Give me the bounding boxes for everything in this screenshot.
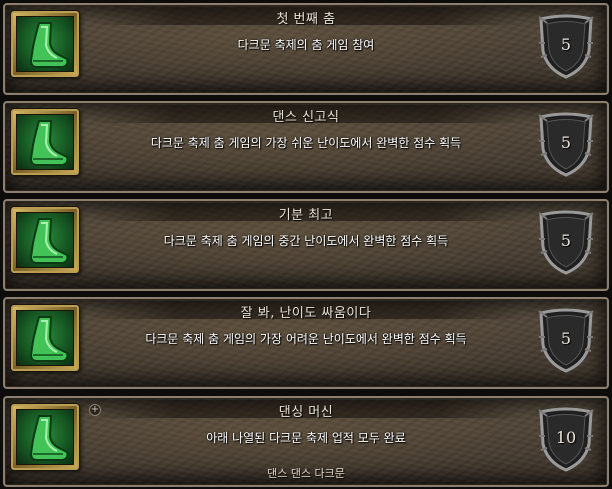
achievement-description: 다크문 축제 춤 게임의 가장 어려운 난이도에서 완벽한 점수 획득 bbox=[145, 332, 467, 346]
achievement-row[interactable]: 잘 봐, 난이도 싸움이다 다크문 축제 춤 게임의 가장 어려운 난이도에서 … bbox=[3, 297, 609, 389]
achievement-points: 5 bbox=[560, 231, 572, 250]
points-shield: 5 bbox=[537, 209, 595, 275]
points-shield: 5 bbox=[537, 307, 595, 373]
points-shield: 10 bbox=[537, 406, 595, 472]
achievement-points: 5 bbox=[560, 329, 572, 348]
achievement-title: 댄스 신고식 bbox=[272, 110, 340, 125]
achievement-row[interactable]: + 댄싱 머신 아래 나열된 다크문 축제 업적 모두 완료 댄스 댄스 다크문… bbox=[3, 396, 609, 487]
achievement-title: 기분 최고 bbox=[278, 208, 334, 223]
achievement-points: 5 bbox=[560, 133, 572, 152]
criteria-item: 댄스 댄스 다크문 bbox=[267, 467, 345, 480]
achievement-row[interactable]: 첫 번째 춤 다크문 축제의 춤 게임 참여 5 bbox=[3, 3, 609, 95]
achievement-description: 다크문 축제의 춤 게임 참여 bbox=[237, 38, 375, 52]
points-shield: 5 bbox=[537, 111, 595, 177]
achievement-description: 다크문 축제 춤 게임의 중간 난이도에서 완벽한 점수 획득 bbox=[163, 234, 449, 248]
achievement-description: 아래 나열된 다크문 축제 업적 모두 완료 bbox=[206, 431, 406, 445]
points-shield: 5 bbox=[537, 13, 595, 79]
achievement-row[interactable]: 기분 최고 다크문 축제 춤 게임의 중간 난이도에서 완벽한 점수 획득 5 bbox=[3, 199, 609, 291]
achievement-row[interactable]: 댄스 신고식 다크문 축제 춤 게임의 가장 쉬운 난이도에서 완벽한 점수 획… bbox=[3, 101, 609, 193]
achievement-title: 잘 봐, 난이도 싸움이다 bbox=[240, 306, 372, 321]
achievement-list: 첫 번째 춤 다크문 축제의 춤 게임 참여 5 댄스 신고식 다크문 축제 춤 bbox=[0, 0, 612, 489]
achievement-description: 다크문 축제 춤 게임의 가장 쉬운 난이도에서 완벽한 점수 획득 bbox=[150, 136, 462, 150]
achievement-title: 첫 번째 춤 bbox=[276, 12, 336, 27]
achievement-points: 5 bbox=[560, 35, 572, 54]
achievement-title: 댄싱 머신 bbox=[278, 405, 334, 420]
achievement-points: 10 bbox=[555, 428, 577, 447]
